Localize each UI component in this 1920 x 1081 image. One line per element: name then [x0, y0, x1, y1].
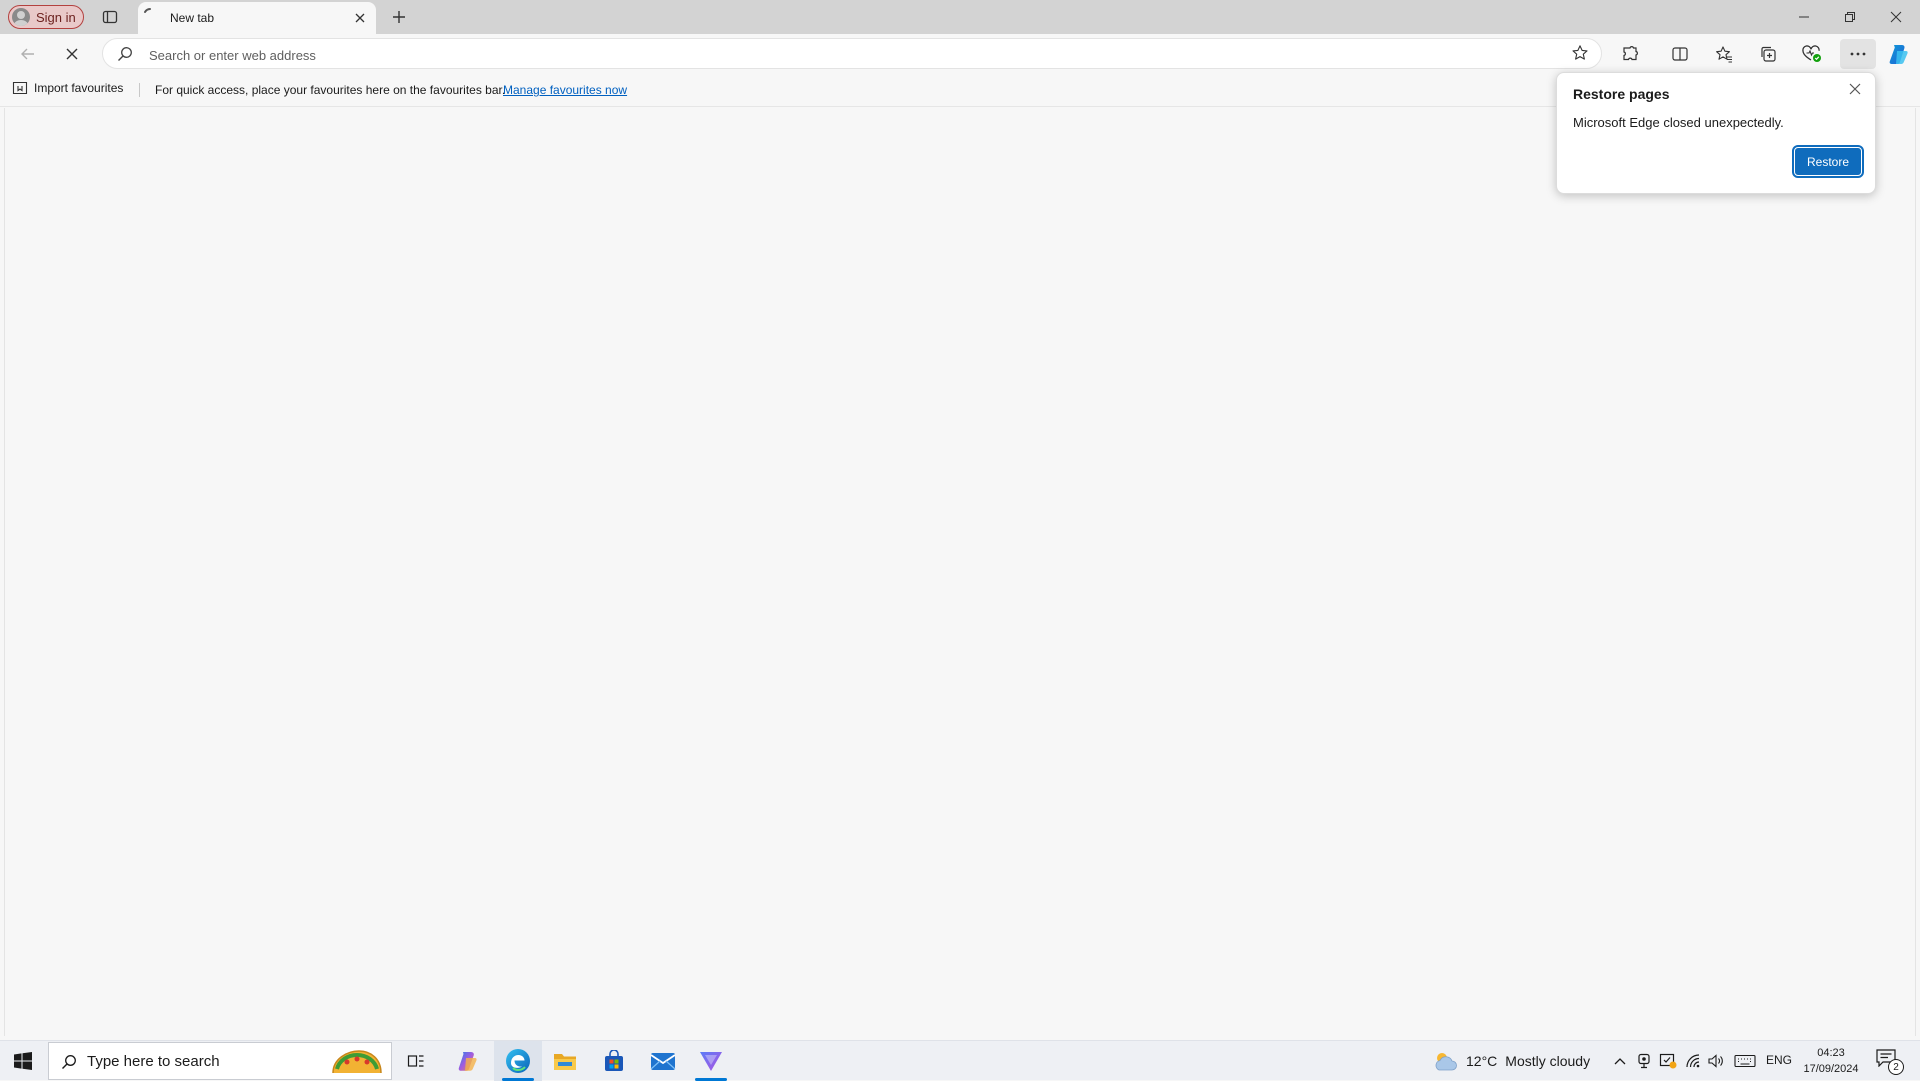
triangle-app-icon [700, 1052, 722, 1071]
add-favourite-icon [1572, 45, 1588, 60]
tray-security-button[interactable] [1656, 1041, 1680, 1081]
more-button[interactable] [1840, 39, 1876, 69]
back-arrow-icon [21, 48, 34, 60]
windows-logo-icon [14, 1052, 32, 1070]
tab-actions-button[interactable] [98, 6, 122, 28]
notification-center-button[interactable]: 2 [1876, 1049, 1904, 1075]
collections-icon [1761, 46, 1776, 62]
search-icon [118, 47, 132, 61]
favourites-divider [139, 83, 140, 97]
collections-button[interactable] [1752, 39, 1784, 69]
clock-time: 04:23 [1817, 1047, 1845, 1059]
copilot-button[interactable] [1882, 39, 1914, 69]
taskbar-mail-app[interactable] [642, 1041, 684, 1081]
tab-new-tab[interactable]: New tab [138, 2, 376, 34]
copilot-icon [458, 1052, 477, 1071]
back-button[interactable] [12, 39, 44, 69]
tab-title: New tab [170, 11, 215, 25]
security-warning-icon [1659, 1053, 1677, 1069]
task-view-icon [407, 1055, 424, 1067]
restore-window-button[interactable] [1827, 0, 1873, 34]
weather-widget[interactable]: 12°C Mostly cloudy [1432, 1041, 1590, 1081]
close-window-button[interactable] [1873, 0, 1919, 34]
import-favourites-icon [12, 81, 28, 95]
address-bar[interactable] [102, 38, 1602, 69]
more-icon [1850, 52, 1866, 56]
restore-pages-dialog: Restore pages Microsoft Edge closed unex… [1556, 72, 1876, 194]
keyboard-icon [1734, 1054, 1756, 1068]
wifi-icon [1686, 1054, 1700, 1068]
show-hidden-icons-button[interactable] [1610, 1041, 1630, 1081]
taskbar-pinned-app[interactable] [690, 1041, 732, 1081]
taskbar-copilot-app[interactable] [446, 1041, 488, 1081]
import-favourites-button[interactable]: Import favourites [12, 81, 123, 95]
partly-cloudy-icon [1435, 1053, 1457, 1071]
mail-icon [650, 1053, 676, 1070]
browser-essentials-button[interactable] [1796, 39, 1828, 69]
taskbar-edge-app[interactable] [494, 1041, 542, 1081]
copilot-icon [1889, 45, 1908, 64]
task-view-button[interactable] [400, 1041, 432, 1081]
page-content [4, 108, 1916, 1036]
tray-touch-keyboard-button[interactable] [1732, 1041, 1758, 1081]
toolbar [0, 34, 1920, 74]
split-screen-icon [1672, 47, 1688, 61]
import-favourites-label: Import favourites [34, 81, 124, 95]
restore-pages-title: Restore pages [1573, 86, 1670, 102]
profile-icon [12, 8, 30, 26]
loading-spinner-icon [144, 8, 151, 13]
extensions-button[interactable] [1614, 39, 1646, 69]
taskbar-search-placeholder: Type here to search [87, 1053, 220, 1070]
weather-temperature: 12°C [1466, 1053, 1498, 1069]
favourites-bar-message: For quick access, place your favourites … [155, 83, 506, 97]
extensions-icon [1623, 46, 1638, 61]
speaker-icon [1708, 1054, 1723, 1068]
close-icon [355, 13, 365, 23]
taskbar-search-box[interactable]: Type here to search [48, 1042, 392, 1080]
plus-icon [393, 11, 405, 23]
edge-icon [506, 1049, 530, 1073]
add-favourite-button[interactable] [1571, 44, 1589, 62]
taskbar: Type here to search 12°C Mostly cloudy E… [0, 1040, 1920, 1081]
tray-network-button[interactable] [1684, 1041, 1704, 1081]
tab-close-button[interactable] [352, 10, 368, 26]
tray-volume-button[interactable] [1706, 1041, 1726, 1081]
input-language[interactable]: ENG [1766, 1053, 1792, 1067]
search-icon [62, 1055, 76, 1069]
minimize-icon [1799, 16, 1809, 18]
sign-in-button[interactable]: Sign in [8, 5, 84, 29]
webcam-icon [1638, 1053, 1650, 1069]
restore-button[interactable]: Restore [1792, 145, 1864, 178]
manage-favourites-link[interactable]: Manage favourites now [503, 83, 627, 97]
weather-condition: Mostly cloudy [1505, 1053, 1591, 1069]
browser-essentials-icon [1802, 45, 1821, 62]
stop-loading-icon [66, 48, 78, 60]
stop-loading-button[interactable] [56, 39, 88, 69]
split-screen-button[interactable] [1664, 39, 1696, 69]
chevron-up-icon [1614, 1058, 1626, 1065]
close-window-icon [1890, 11, 1902, 23]
taskbar-file-explorer-app[interactable] [544, 1041, 586, 1081]
file-explorer-icon [554, 1054, 576, 1070]
taco-search-highlight-icon [332, 1050, 382, 1074]
taskbar-store-app[interactable] [593, 1041, 635, 1081]
clock-date: 17/09/2024 [1803, 1063, 1859, 1075]
favourites-icon [1716, 46, 1732, 63]
tab-actions-icon [102, 10, 118, 24]
address-input[interactable] [147, 43, 1511, 67]
restore-dialog-close-button[interactable] [1845, 79, 1865, 99]
tray-meet-now-button[interactable] [1634, 1041, 1654, 1081]
restore-pages-message: Microsoft Edge closed unexpectedly. [1573, 115, 1784, 130]
microsoft-store-icon [605, 1050, 623, 1071]
minimize-button[interactable] [1781, 0, 1827, 34]
sign-in-label: Sign in [36, 9, 76, 25]
title-bar: Sign in New tab [0, 0, 1920, 34]
clock[interactable]: 04:23 17/09/2024 [1796, 1045, 1866, 1077]
start-button[interactable] [0, 1041, 46, 1081]
notification-count-badge: 2 [1888, 1059, 1904, 1075]
favourites-button[interactable] [1708, 39, 1740, 69]
new-tab-button[interactable] [386, 4, 412, 30]
close-icon [1849, 83, 1861, 95]
restore-window-icon [1845, 12, 1855, 22]
